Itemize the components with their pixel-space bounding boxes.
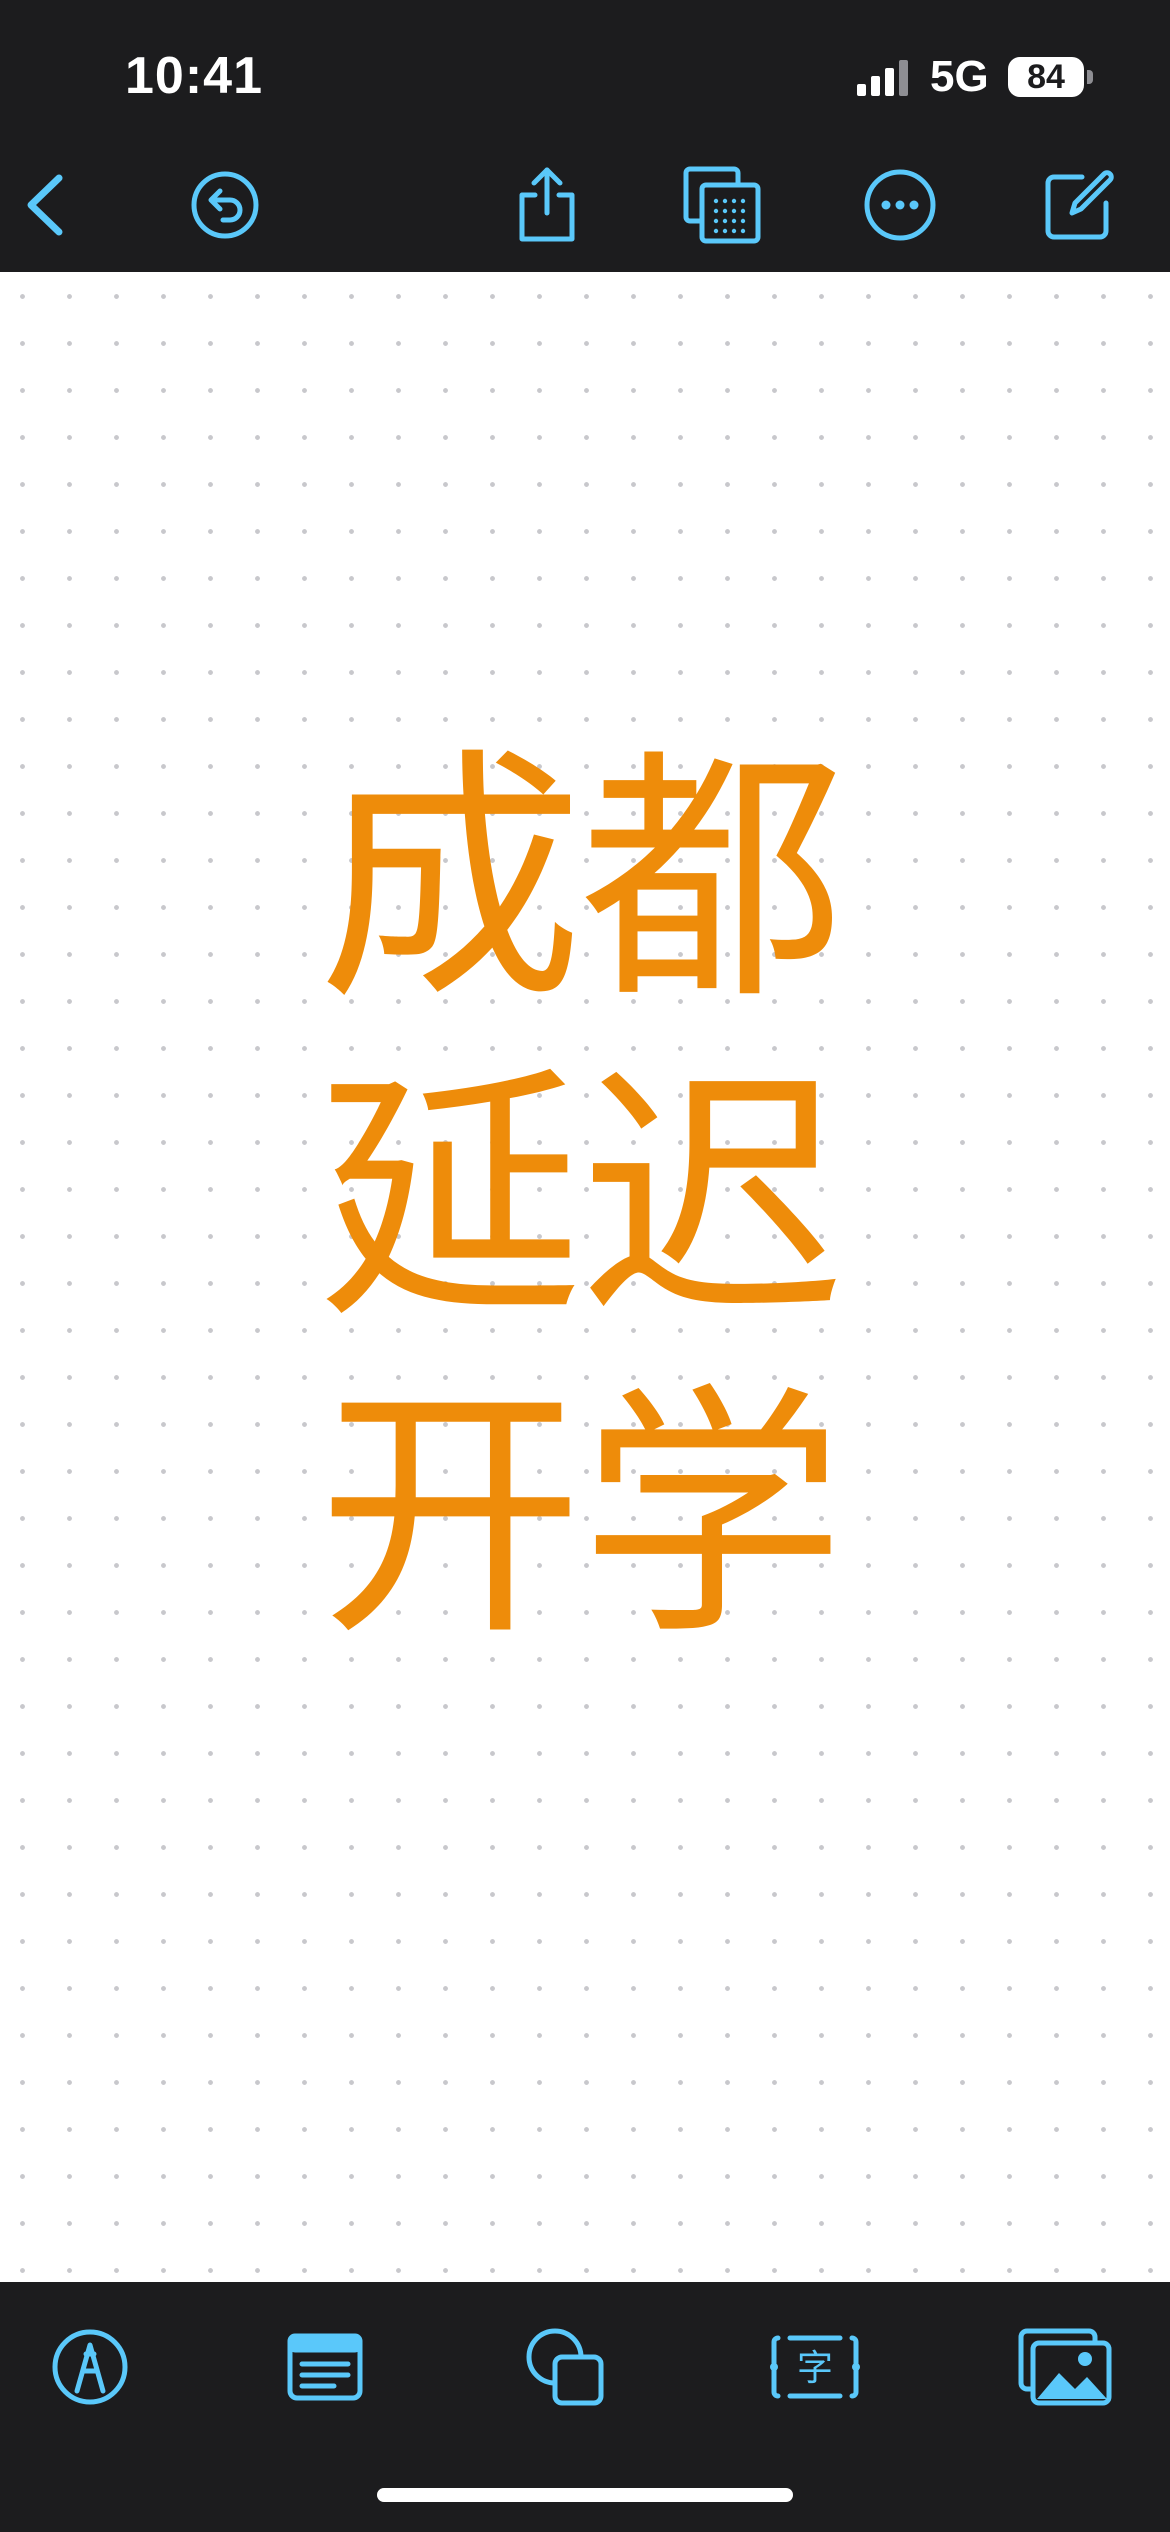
home-indicator[interactable] bbox=[377, 2488, 793, 2502]
back-icon bbox=[27, 174, 63, 236]
status-time: 10:41 bbox=[125, 47, 263, 105]
battery-level: 84 bbox=[1027, 58, 1065, 96]
more-button[interactable] bbox=[855, 150, 945, 260]
pen-tool-button[interactable] bbox=[35, 2312, 145, 2422]
shapes-button[interactable] bbox=[510, 2312, 620, 2422]
undo-icon bbox=[191, 171, 259, 239]
battery-icon: 84 bbox=[1008, 57, 1084, 97]
signal-icon bbox=[857, 60, 908, 96]
media-button[interactable] bbox=[1010, 2312, 1120, 2422]
media-icon bbox=[1018, 2328, 1112, 2406]
text-icon: 字 bbox=[770, 2335, 860, 2399]
pages-icon bbox=[683, 166, 761, 244]
text-box-icon bbox=[287, 2333, 363, 2401]
note-text[interactable]: 成都 延迟 开学 bbox=[300, 722, 860, 1676]
more-icon bbox=[864, 169, 936, 241]
note-canvas[interactable]: 成都 延迟 开学 bbox=[0, 272, 1170, 2282]
text-box-button[interactable] bbox=[270, 2312, 380, 2422]
note-line-3: 开学 bbox=[318, 1363, 845, 1671]
back-button[interactable] bbox=[0, 150, 90, 260]
text-icon-glyph: 字 bbox=[797, 2348, 833, 2389]
compose-button[interactable] bbox=[1035, 150, 1125, 260]
network-label: 5G bbox=[930, 52, 989, 101]
pages-button[interactable] bbox=[677, 150, 767, 260]
note-line-1: 成都 bbox=[318, 727, 845, 1035]
share-icon bbox=[519, 167, 575, 242]
battery-cap bbox=[1087, 70, 1093, 84]
share-button[interactable] bbox=[502, 150, 592, 260]
status-bar: 10:41 5G 84 bbox=[0, 0, 1170, 150]
undo-button[interactable] bbox=[180, 150, 270, 260]
compose-icon bbox=[1045, 170, 1114, 240]
shapes-icon bbox=[526, 2328, 604, 2406]
pen-icon bbox=[52, 2329, 128, 2405]
text-tool-button[interactable]: 字 bbox=[760, 2312, 870, 2422]
top-toolbar bbox=[0, 150, 1170, 272]
note-line-2: 延迟 bbox=[318, 1045, 845, 1353]
